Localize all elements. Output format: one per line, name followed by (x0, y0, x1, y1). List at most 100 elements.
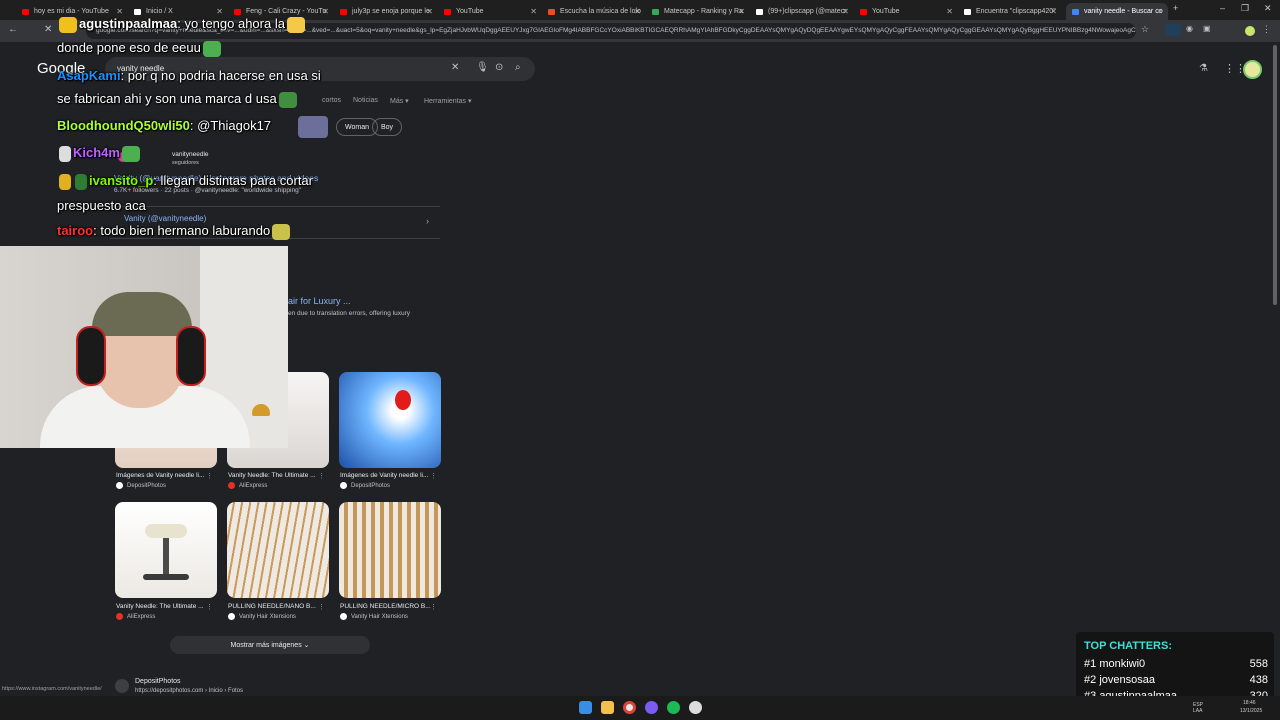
tab-9[interactable]: Encuentra "clipscapp420" ✕ (958, 3, 1062, 20)
chevron-right-icon[interactable]: › (426, 216, 429, 226)
badge-icon (59, 145, 71, 162)
stop-reload-button[interactable]: ✕ (44, 24, 52, 35)
clock-time[interactable]: 18:46 (1243, 700, 1256, 706)
account-avatar[interactable] (1243, 60, 1262, 79)
cast-icon[interactable]: ◉ (1186, 24, 1193, 33)
chat-message: AsapKami: por q no podria hacerse en usa… (57, 68, 321, 83)
close-icon[interactable]: ✕ (426, 7, 433, 16)
tab-6[interactable]: Matecapp - Ranking y Ra ✕ (646, 3, 750, 20)
tab-10[interactable]: vanity needle - Buscar co ✕ (1066, 3, 1168, 20)
image-caption-5[interactable]: PULLING NEEDLE/NANO B... (228, 603, 328, 610)
search-icon[interactable]: ⌕ (515, 62, 521, 73)
image-source-1: DepositPhotos (116, 482, 166, 489)
thumbnail-image[interactable] (298, 116, 328, 138)
image-source-5: Vanity Hair Xtensions (228, 613, 296, 620)
close-icon[interactable]: ✕ (634, 7, 641, 16)
more-options-icon[interactable]: ⋮ (318, 603, 325, 611)
close-icon[interactable]: ✕ (322, 7, 329, 16)
minimize-button[interactable]: – (1220, 3, 1225, 13)
mate-icon (652, 8, 659, 15)
profile-avatar[interactable] (1245, 26, 1255, 36)
youtube-icon (234, 8, 241, 15)
close-icon[interactable]: ✕ (842, 7, 849, 16)
filter-news[interactable]: Noticias (353, 97, 378, 104)
chat-message: ivansito_p: llegan distintas para cortar (57, 173, 313, 190)
close-icon[interactable]: ✕ (946, 7, 953, 16)
tiktok-icon (964, 8, 971, 15)
more-options-icon[interactable]: ⋮ (318, 472, 325, 480)
image-caption-6[interactable]: PULLING NEEDLE/MICRO B... (340, 603, 440, 610)
image-caption-3[interactable]: Imágenes de Vanity needle li... (340, 472, 440, 479)
close-icon[interactable]: ✕ (116, 7, 123, 16)
more-options-icon[interactable]: ⋮ (206, 472, 213, 480)
image-caption-2[interactable]: Vanity Needle: The Ultimate ... (228, 472, 328, 479)
filter-tools[interactable]: Herramientas ▾ (424, 97, 471, 105)
vanity-sitelink[interactable]: Vanity (@vanityneedle) (124, 214, 206, 223)
close-window-button[interactable]: ✕ (1264, 3, 1272, 14)
star-icon[interactable]: ☆ (1141, 24, 1149, 35)
tab-search-icon[interactable]: ▣ (1203, 24, 1211, 33)
close-icon[interactable]: ✕ (738, 7, 745, 16)
windows-start-icon[interactable] (579, 701, 592, 714)
clock-date[interactable]: 13/1/2025 (1240, 708, 1262, 714)
more-options-icon[interactable]: ⋮ (206, 603, 213, 611)
chip-boy[interactable]: Boy (372, 118, 403, 136)
more-options-icon[interactable]: ⋮ (430, 603, 437, 611)
tab-7[interactable]: (99+)clipscapp (@matecr ✕ (750, 3, 854, 20)
labs-icon[interactable]: ⚗︎ (1199, 63, 1208, 74)
spotify-icon[interactable] (667, 701, 680, 714)
close-icon[interactable]: ✕ (530, 7, 537, 16)
close-icon[interactable]: ✕ (1156, 7, 1163, 16)
image-result-5[interactable] (227, 502, 329, 598)
image-caption-4[interactable]: Vanity Needle: The Ultimate ... (116, 603, 216, 610)
chat-message: BloodhoundQ50wli50: @Thiagok17 (57, 118, 272, 133)
filter-shorts[interactable]: cortos (322, 97, 341, 104)
new-tab-button[interactable]: + (1173, 3, 1178, 13)
tab-3[interactable]: july3p se enoja porque le ✕ (334, 3, 438, 20)
chrome-icon[interactable] (623, 701, 636, 714)
pepe-emote-icon (121, 145, 140, 162)
camo-cap (92, 292, 192, 336)
x-icon (134, 8, 141, 15)
chat-message: tairoo: todo bien hermano laburando (57, 223, 292, 240)
tab-8[interactable]: YouTube ✕ (854, 3, 958, 20)
pepe-emote-icon (278, 91, 297, 108)
headphone-right (176, 326, 206, 386)
webcam-overlay (0, 246, 288, 448)
menu-icon[interactable]: ⋮ (1262, 24, 1271, 35)
luxury-result-title[interactable]: air for Luxury ... (288, 296, 351, 306)
language-indicator[interactable]: ESP LAA (1193, 702, 1207, 714)
close-icon[interactable]: ✕ (1050, 7, 1057, 16)
bottom-result-url: https://depositphotos.com › Inicio › Fot… (135, 688, 244, 694)
scrollbar[interactable] (1273, 45, 1277, 305)
emote-icon (272, 223, 291, 240)
extension-icon[interactable] (1165, 24, 1181, 36)
filter-more[interactable]: Más ▾ (390, 97, 409, 105)
youtube-icon (22, 8, 29, 15)
close-icon[interactable]: ✕ (216, 7, 223, 16)
badge-icon (75, 173, 87, 190)
top-chatter-row: #2 jovensosaa 438 (1084, 674, 1268, 686)
more-options-icon[interactable]: ⋮ (430, 472, 437, 480)
bottom-result-site[interactable]: DepositPhotos (135, 678, 181, 685)
image-result-3[interactable] (339, 372, 441, 468)
mic-icon[interactable]: 🎙︎ (476, 62, 489, 73)
maximize-button[interactable]: ❐ (1241, 3, 1249, 14)
clear-icon[interactable]: ✕ (451, 62, 459, 73)
obs-icon[interactable] (689, 701, 702, 714)
image-result-4[interactable] (115, 502, 217, 598)
lens-icon[interactable]: ⊙ (495, 62, 503, 73)
back-button[interactable]: ← (8, 24, 18, 35)
emote-icon (59, 16, 77, 33)
show-more-images-button[interactable]: Mostrar más imágenes ⌄ (170, 636, 370, 654)
image-result-6[interactable] (339, 502, 441, 598)
tab-4[interactable]: YouTube ✕ (438, 3, 542, 20)
image-source-3: DepositPhotos (340, 482, 390, 489)
stool-base (143, 574, 189, 580)
taskbar (0, 696, 1280, 720)
file-explorer-icon[interactable] (601, 701, 614, 714)
image-caption-1[interactable]: Imágenes de Vanity needle li... (116, 472, 216, 479)
tab-5[interactable]: Escucha la música de lolo ✕ (542, 3, 646, 20)
ig-account-name: vanityneedle (172, 151, 209, 158)
discord-icon[interactable] (645, 701, 658, 714)
